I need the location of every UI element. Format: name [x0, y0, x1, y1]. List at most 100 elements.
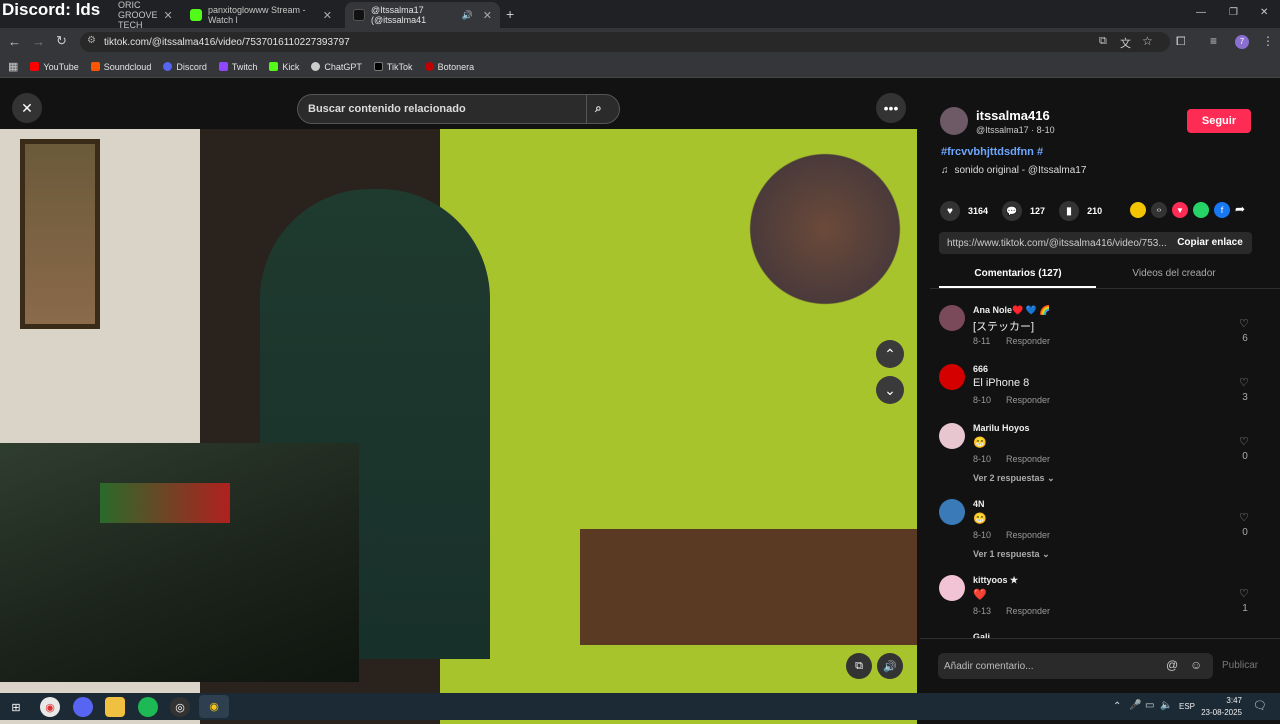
- bookmark-youtube[interactable]: YouTube: [30, 62, 79, 72]
- commenter-name[interactable]: 666: [973, 364, 988, 374]
- bookmark-tiktok[interactable]: TikTok: [373, 62, 413, 72]
- media-control-icon[interactable]: ≡: [1210, 34, 1217, 48]
- comment-like-icon[interactable]: ♡: [1239, 511, 1249, 524]
- bookmark-twitch[interactable]: Twitch: [218, 62, 257, 72]
- facebook-icon[interactable]: f: [1214, 202, 1230, 218]
- address-bar[interactable]: ⚙ tiktok.com/@itssalma416/video/75370161…: [80, 32, 1170, 52]
- close-video-button[interactable]: ✕: [12, 93, 42, 123]
- like-button[interactable]: ♥: [940, 201, 960, 221]
- tab-creator-videos[interactable]: Videos del creador: [1096, 268, 1252, 279]
- follow-button[interactable]: Seguir: [1187, 109, 1251, 133]
- search-input[interactable]: Buscar contenido relacionado ⌕: [297, 94, 620, 124]
- chrome-icon[interactable]: ◉: [40, 697, 60, 717]
- creator-username[interactable]: itssalma416: [976, 108, 1050, 123]
- spotify-icon[interactable]: [138, 697, 158, 717]
- sound-link[interactable]: ♫ sonido original - @Itssalma17: [941, 165, 1086, 176]
- network-icon[interactable]: ▭: [1145, 700, 1154, 711]
- close-tab-icon[interactable]: ✕: [323, 9, 332, 22]
- commenter-name[interactable]: Ana Nole♥️ 💙 🌈: [973, 305, 1051, 316]
- more-options-button[interactable]: •••: [876, 93, 906, 123]
- commenter-avatar[interactable]: [939, 423, 965, 449]
- translate-icon[interactable]: 文: [1120, 35, 1131, 51]
- tab-label: ORIC GROOVE TECH: [118, 0, 158, 30]
- tab-comments[interactable]: Comentarios (127): [940, 268, 1096, 279]
- tab-panxitoglowww[interactable]: panxitoglowww Stream - Watch l ✕: [182, 2, 340, 28]
- embed-code-icon[interactable]: ‹›: [1151, 202, 1167, 218]
- extensions-icon[interactable]: ⧠: [1176, 34, 1186, 49]
- comment-like-icon[interactable]: ♡: [1239, 376, 1249, 389]
- discord-icon[interactable]: [73, 697, 93, 717]
- reply-button[interactable]: Responder: [1006, 454, 1050, 464]
- creator-avatar[interactable]: [940, 107, 968, 135]
- close-window-button[interactable]: ✕: [1260, 7, 1268, 18]
- obs-icon[interactable]: ◎: [170, 697, 190, 717]
- commenter-name[interactable]: Marilu Hoyos: [973, 423, 1030, 433]
- comment-button[interactable]: 💬: [1002, 201, 1023, 221]
- commenter-avatar[interactable]: [939, 499, 965, 525]
- share-arrow-icon[interactable]: ➦: [1235, 202, 1245, 218]
- commenter-avatar[interactable]: [939, 364, 965, 390]
- next-video-button[interactable]: ⌄: [876, 376, 904, 404]
- tab-tiktok[interactable]: @Itssalma17 (@itssalma41 🔊 ✕: [345, 2, 500, 28]
- start-button[interactable]: ⊞: [6, 697, 26, 717]
- commenter-name[interactable]: 4N: [973, 499, 985, 509]
- apps-grid-icon[interactable]: ▦: [8, 60, 18, 73]
- coin-share-icon[interactable]: [1130, 202, 1146, 218]
- close-tab-icon[interactable]: ✕: [483, 9, 492, 22]
- back-arrow-icon[interactable]: ←: [8, 34, 21, 49]
- volume-button[interactable]: 🔊: [877, 653, 903, 679]
- save-button[interactable]: ▮: [1059, 201, 1080, 221]
- reply-button[interactable]: Responder: [1006, 606, 1050, 616]
- comment-like-icon[interactable]: ♡: [1239, 317, 1249, 330]
- add-comment-input[interactable]: Añadir comentario... @ ☺: [938, 653, 1213, 679]
- audio-playing-icon[interactable]: 🔊: [462, 10, 473, 21]
- bookmark-discord[interactable]: Discord: [163, 62, 207, 72]
- pip-button[interactable]: ⧉: [846, 653, 872, 679]
- language-indicator[interactable]: ESP: [1179, 702, 1195, 711]
- volume-tray-icon[interactable]: 🔈: [1160, 700, 1172, 711]
- previous-video-button[interactable]: ⌃: [876, 340, 904, 368]
- mention-icon[interactable]: @: [1166, 658, 1178, 672]
- soundcloud-icon: [90, 62, 100, 71]
- reply-button[interactable]: Responder: [1006, 336, 1050, 346]
- notifications-icon[interactable]: 🗨: [1253, 699, 1267, 712]
- microphone-icon[interactable]: 🎤: [1129, 700, 1141, 711]
- clock-time[interactable]: 3:47: [1200, 696, 1242, 705]
- commenter-avatar[interactable]: [939, 575, 965, 601]
- whatsapp-icon[interactable]: [1193, 202, 1209, 218]
- kebab-menu-icon[interactable]: ⋮: [1262, 34, 1274, 48]
- profile-avatar[interactable]: 7: [1235, 35, 1249, 49]
- new-tab-button[interactable]: +: [506, 6, 514, 22]
- site-info-icon[interactable]: ⚙: [87, 35, 96, 46]
- reload-icon[interactable]: ↻: [56, 33, 67, 49]
- reply-button[interactable]: Responder: [1006, 530, 1050, 540]
- comment-like-icon[interactable]: ♡: [1239, 587, 1249, 600]
- reply-button[interactable]: Responder: [1006, 395, 1050, 405]
- search-icon[interactable]: ⌕: [595, 101, 602, 116]
- bookmark-star-icon[interactable]: ☆: [1142, 34, 1153, 48]
- forward-arrow-icon[interactable]: →: [32, 34, 45, 49]
- search-placeholder: Buscar contenido relacionado: [308, 103, 466, 115]
- view-replies-button[interactable]: Ver 1 respuesta ⌄: [973, 549, 1050, 560]
- publish-button[interactable]: Publicar: [1222, 660, 1258, 671]
- send-to-friend-icon[interactable]: ▼: [1172, 202, 1188, 218]
- commenter-name[interactable]: kittyoos ★: [973, 575, 1018, 586]
- file-explorer-icon[interactable]: [105, 697, 125, 717]
- emoji-icon[interactable]: ☺: [1190, 658, 1202, 672]
- bookmark-botonera[interactable]: Botonera: [424, 62, 474, 72]
- copy-link-button[interactable]: Copiar enlace: [1168, 237, 1252, 248]
- bookmark-chatgpt[interactable]: ChatGPT: [311, 62, 362, 72]
- tray-chevron-up-icon[interactable]: ⌃: [1113, 701, 1121, 712]
- restore-button[interactable]: ❐: [1229, 7, 1238, 18]
- close-tab-icon[interactable]: ✕: [164, 9, 173, 22]
- commenter-avatar[interactable]: [939, 305, 965, 331]
- hashtags[interactable]: #frcvvbhjttdsdfnn #: [941, 146, 1043, 158]
- install-app-icon[interactable]: ⧉: [1099, 35, 1107, 48]
- clock-date[interactable]: 23-08-2025: [1196, 708, 1242, 717]
- comment-like-icon[interactable]: ♡: [1239, 435, 1249, 448]
- bookmark-kick[interactable]: Kick: [269, 62, 299, 72]
- bookmark-soundcloud[interactable]: Soundcloud: [90, 62, 151, 72]
- chrome-active-icon[interactable]: ◉: [199, 695, 229, 718]
- minimize-button[interactable]: —: [1196, 7, 1206, 18]
- view-replies-button[interactable]: Ver 2 respuestas ⌄: [973, 473, 1055, 484]
